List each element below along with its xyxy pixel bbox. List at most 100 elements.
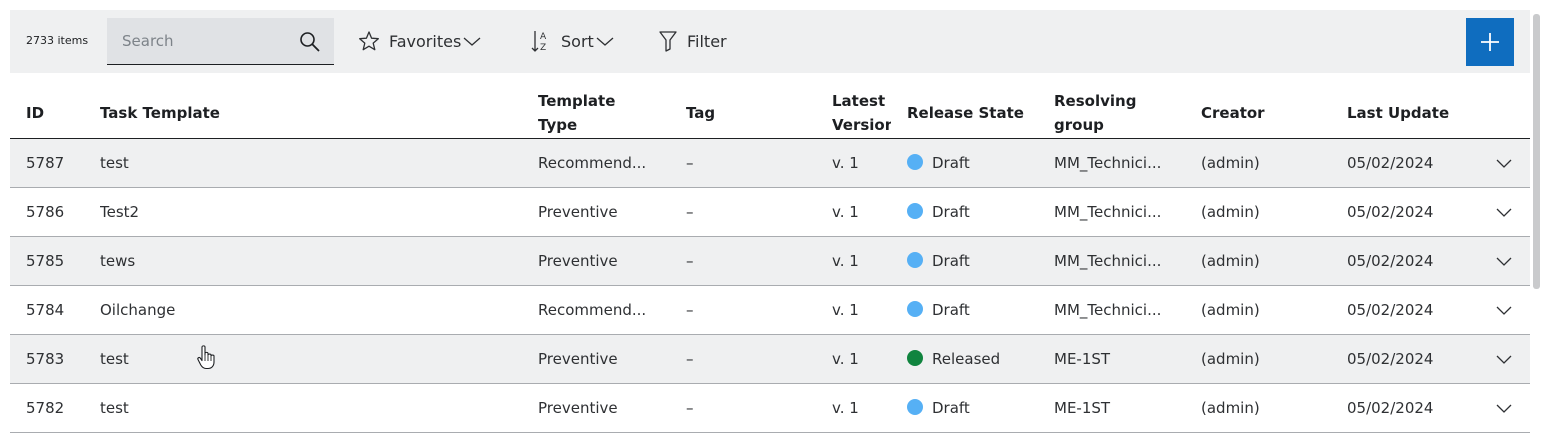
table-header: ID Task Template Template Type Tag Lates…: [10, 86, 1530, 139]
chevron-down-icon: [463, 37, 481, 46]
column-header-latest-version[interactable]: Latest Version: [832, 89, 891, 137]
star-icon: [359, 31, 379, 51]
cell-last-update: 05/02/2024: [1347, 301, 1434, 319]
status-dot: [907, 399, 923, 415]
cell-last-update: 05/02/2024: [1347, 399, 1434, 417]
status-dot: [907, 252, 923, 268]
chevron-down-icon[interactable]: [1496, 157, 1512, 169]
cell-id: 5786: [26, 203, 65, 221]
status-label: Released: [932, 350, 1001, 368]
status-label: Draft: [932, 203, 970, 221]
filter-button[interactable]: Filter: [658, 28, 729, 54]
search-icon[interactable]: [299, 31, 321, 53]
cell-resolving-group: ME-1ST: [1054, 399, 1111, 417]
cell-resolving-group: ME-1ST: [1054, 350, 1111, 368]
cell-id: 5784: [26, 301, 65, 319]
chevron-down-icon[interactable]: [1496, 353, 1512, 365]
column-header-template-type[interactable]: Template Type: [538, 89, 615, 137]
column-header-task-template[interactable]: Task Template: [100, 101, 220, 125]
table-row[interactable]: 5784 Oilchange Recommend... – v. 1 Draft…: [10, 286, 1530, 335]
chevron-down-icon[interactable]: [1496, 402, 1512, 414]
status-label: Draft: [932, 301, 970, 319]
sort-label: Sort: [561, 31, 594, 51]
add-button[interactable]: [1466, 18, 1514, 66]
table-row[interactable]: 5785 tews Preventive – v. 1 Draft MM_Tec…: [10, 237, 1530, 286]
cell-task-template: Oilchange: [100, 301, 176, 319]
chevron-down-icon: [596, 37, 614, 46]
cell-release-state: Draft: [907, 188, 970, 236]
cell-template-type: Preventive: [538, 203, 618, 221]
cell-last-update: 05/02/2024: [1347, 154, 1434, 172]
cell-resolving-group: MM_Technici...: [1054, 203, 1162, 221]
column-header-id[interactable]: ID: [26, 101, 44, 125]
column-header-template-type-line1: Template: [538, 92, 616, 110]
column-header-latest-version-line1: Latest: [832, 92, 886, 110]
status-label: Draft: [932, 154, 970, 172]
cell-release-state: Released: [907, 335, 1000, 383]
table-row[interactable]: 5786 Test2 Preventive – v. 1 Draft MM_Te…: [10, 188, 1530, 237]
cell-creator: (admin): [1201, 252, 1260, 270]
cell-last-update: 05/02/2024: [1347, 203, 1434, 221]
cell-creator: (admin): [1201, 203, 1260, 221]
cell-last-update: 05/02/2024: [1347, 252, 1434, 270]
search-input[interactable]: [107, 18, 302, 64]
chevron-down-icon[interactable]: [1496, 255, 1512, 267]
cell-release-state: Draft: [907, 237, 970, 285]
table-row[interactable]: 5783 test Preventive – v. 1 Released ME-…: [10, 335, 1530, 384]
cell-resolving-group: MM_Technici...: [1054, 252, 1162, 270]
cell-resolving-group: MM_Technici...: [1054, 301, 1162, 319]
column-header-resolving-group-line1: Resolving: [1054, 92, 1137, 110]
sort-button[interactable]: A Z Sort: [530, 28, 614, 54]
status-label: Draft: [932, 252, 970, 270]
search-box[interactable]: [107, 18, 334, 65]
svg-text:A: A: [540, 32, 547, 42]
table-row[interactable]: 5787 test Recommend... – v. 1 Draft MM_T…: [10, 139, 1530, 188]
cell-latest-version: v. 1: [832, 252, 859, 270]
cell-tag: –: [686, 399, 694, 417]
item-count: 2733 items: [26, 34, 89, 47]
column-header-release-state[interactable]: Release State: [907, 101, 1024, 125]
filter-label: Filter: [687, 31, 727, 51]
cell-template-type: Preventive: [538, 252, 618, 270]
column-header-tag[interactable]: Tag: [686, 101, 715, 125]
cell-tag: –: [686, 350, 694, 368]
hand-cursor-icon: [197, 345, 215, 370]
sort-icon: A Z: [531, 31, 547, 53]
scrollbar[interactable]: [1533, 14, 1540, 289]
column-header-resolving-group-line2: group: [1054, 116, 1104, 134]
status-dot: [907, 154, 923, 170]
svg-text:Z: Z: [540, 43, 546, 53]
cell-latest-version: v. 1: [832, 350, 859, 368]
cell-tag: –: [686, 154, 694, 172]
cell-latest-version: v. 1: [832, 154, 859, 172]
column-header-latest-version-line2: Version: [832, 116, 891, 134]
column-header-template-type-line2: Type: [538, 116, 578, 134]
column-header-resolving-group[interactable]: Resolving group: [1054, 89, 1136, 137]
cell-latest-version: v. 1: [832, 399, 859, 417]
cell-creator: (admin): [1201, 154, 1260, 172]
cell-task-template: test: [100, 399, 129, 417]
table-row[interactable]: 5782 test Preventive – v. 1 Draft ME-1ST…: [10, 384, 1530, 433]
cell-release-state: Draft: [907, 139, 970, 187]
status-label: Draft: [932, 399, 970, 417]
cell-release-state: Draft: [907, 286, 970, 334]
cell-template-type: Recommend...: [538, 154, 647, 172]
cell-tag: –: [686, 203, 694, 221]
favorites-button[interactable]: Favorites: [358, 28, 481, 54]
cell-id: 5787: [26, 154, 65, 172]
cell-task-template: Test2: [100, 203, 140, 221]
column-header-last-update[interactable]: Last Update: [1347, 101, 1449, 125]
cell-release-state: Draft: [907, 384, 970, 432]
cell-template-type: Preventive: [538, 399, 618, 417]
cell-latest-version: v. 1: [832, 203, 859, 221]
status-dot: [907, 350, 923, 366]
toolbar: 2733 items Favorites A Z Sort Filter: [10, 10, 1530, 73]
column-header-creator[interactable]: Creator: [1201, 101, 1265, 125]
chevron-down-icon[interactable]: [1496, 304, 1512, 316]
status-dot: [907, 203, 923, 219]
cell-creator: (admin): [1201, 350, 1260, 368]
favorites-label: Favorites: [389, 31, 462, 51]
cell-resolving-group: MM_Technici...: [1054, 154, 1162, 172]
cell-id: 5782: [26, 399, 65, 417]
chevron-down-icon[interactable]: [1496, 206, 1512, 218]
